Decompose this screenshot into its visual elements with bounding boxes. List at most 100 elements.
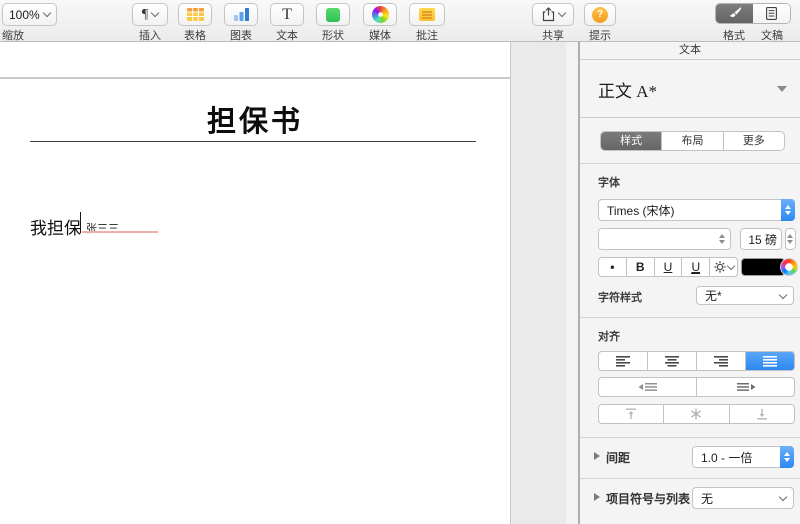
tab-more[interactable]: 更多 — [724, 132, 784, 150]
media-pinwheel-icon — [371, 6, 389, 23]
disclosure-triangle-icon[interactable] — [594, 452, 600, 460]
zoom-label: 缩放 — [2, 30, 24, 42]
text-cursor — [80, 212, 81, 233]
inspector-tabs: 样式 布局 更多 — [600, 131, 785, 151]
paintbrush-icon — [729, 7, 741, 17]
indent-increase-icon — [736, 383, 755, 391]
document-icon — [766, 7, 777, 20]
align-left-icon — [616, 356, 630, 367]
increase-indent-button[interactable] — [697, 378, 794, 396]
spacing-label: 间距 — [606, 451, 631, 465]
bullets-select[interactable]: 无 — [692, 487, 794, 509]
share-control: 共享 — [532, 3, 574, 43]
format-label: 格式 — [723, 30, 745, 42]
chevron-down-icon — [778, 492, 788, 502]
gear-icon — [713, 261, 726, 273]
proofing-underline — [82, 231, 158, 233]
font-color-well[interactable] — [741, 258, 785, 276]
align-center-button[interactable] — [648, 352, 697, 370]
disclosure-triangle-icon[interactable] — [594, 493, 600, 501]
stepper-icon — [719, 229, 725, 249]
align-bottom-icon — [756, 409, 767, 420]
color-wheel-button[interactable] — [780, 258, 798, 276]
table-icon — [186, 8, 204, 21]
align-middle-button[interactable] — [664, 405, 730, 423]
font-family-value: Times (宋体) — [607, 203, 675, 218]
align-justify-button[interactable] — [746, 352, 794, 370]
comment-note-icon — [419, 8, 435, 21]
align-right-button[interactable] — [697, 352, 746, 370]
vertical-align-buttons — [598, 404, 795, 424]
document-title[interactable]: 担保书 — [0, 98, 510, 140]
dot-style-button[interactable]: • — [599, 258, 627, 276]
page[interactable]: 担保书 我担保 张三三 — [0, 42, 511, 524]
table-control: 表格 — [178, 3, 212, 43]
tips-label: 提示 — [589, 30, 611, 42]
align-middle-icon — [691, 408, 702, 420]
advanced-options-button[interactable] — [710, 258, 737, 276]
format-tab-button[interactable] — [716, 4, 753, 23]
stepper-icon[interactable] — [780, 446, 794, 468]
paragraph-style-row[interactable]: 正文 A* — [580, 60, 800, 118]
shape-icon — [326, 7, 340, 22]
bar-chart-icon — [233, 8, 249, 21]
scrollbar-track[interactable] — [566, 42, 578, 524]
paragraph-icon: ¶ — [141, 6, 149, 22]
table-button[interactable] — [178, 3, 212, 26]
font-size-stepper[interactable] — [785, 228, 796, 250]
tips-control: ? 提示 — [584, 3, 616, 43]
align-left-button[interactable] — [599, 352, 648, 370]
underline-button[interactable]: U — [655, 258, 683, 276]
chart-label: 图表 — [230, 30, 252, 42]
inline-fill-text[interactable]: 张三三 — [86, 220, 119, 236]
chevron-down-icon — [42, 8, 51, 18]
character-style-select[interactable]: 无* — [696, 286, 794, 305]
indent-decrease-icon — [638, 383, 657, 391]
share-button[interactable] — [532, 3, 574, 26]
body-paragraph[interactable]: 我担保 — [30, 214, 81, 239]
page-break-line — [0, 77, 510, 79]
stepper-icon — [787, 229, 793, 249]
tab-layout[interactable]: 布局 — [662, 132, 724, 150]
chevron-down-icon — [778, 290, 788, 299]
text-button[interactable]: T — [270, 3, 304, 26]
share-icon — [542, 7, 554, 22]
spacing-value: 1.0 - 一倍 — [701, 450, 753, 465]
divider — [580, 478, 800, 479]
zoom-button[interactable]: 100% — [2, 3, 57, 26]
alignment-label: 对齐 — [598, 331, 620, 343]
comment-button[interactable] — [409, 3, 445, 26]
font-typeface-select[interactable] — [598, 228, 731, 250]
font-family-select[interactable]: Times (宋体) — [598, 199, 795, 221]
align-top-button[interactable] — [599, 405, 665, 423]
double-underline-button[interactable]: U — [682, 258, 711, 276]
document-tab-button[interactable] — [753, 4, 790, 23]
text-control: T 文本 — [270, 3, 304, 43]
shape-label: 形状 — [322, 30, 344, 42]
bold-button[interactable]: B — [627, 258, 655, 276]
character-style-value: 无* — [705, 289, 722, 303]
chart-button[interactable] — [224, 3, 258, 26]
font-section-label: 字体 — [598, 177, 620, 189]
align-justify-icon — [763, 356, 777, 367]
stepper-icon[interactable] — [781, 199, 795, 221]
question-mark-icon: ? — [592, 6, 608, 23]
chevron-down-icon — [726, 261, 735, 270]
tab-style[interactable]: 样式 — [601, 132, 663, 150]
align-bottom-button[interactable] — [730, 405, 794, 423]
shape-button[interactable] — [316, 3, 350, 26]
triangle-down-icon[interactable] — [777, 86, 787, 92]
font-size-field[interactable]: 15 磅 — [740, 228, 782, 250]
insert-button[interactable]: ¶ — [132, 3, 168, 26]
format-inspector: 文本 正文 A* 样式 布局 更多 字体 Times (宋体) 15 磅 • B… — [580, 42, 800, 524]
divider — [580, 317, 800, 318]
paragraph-style-name: 正文 A* — [598, 82, 658, 101]
bullets-label: 项目符号与列表 — [606, 492, 691, 506]
media-button[interactable] — [363, 3, 397, 26]
media-control: 媒体 — [363, 3, 397, 43]
decrease-indent-button[interactable] — [599, 378, 697, 396]
tips-button[interactable]: ? — [584, 3, 616, 26]
indent-buttons — [598, 377, 795, 397]
spacing-select[interactable]: 1.0 - 一倍 — [692, 446, 794, 468]
zoom-control: 100% 缩放 — [2, 3, 57, 43]
